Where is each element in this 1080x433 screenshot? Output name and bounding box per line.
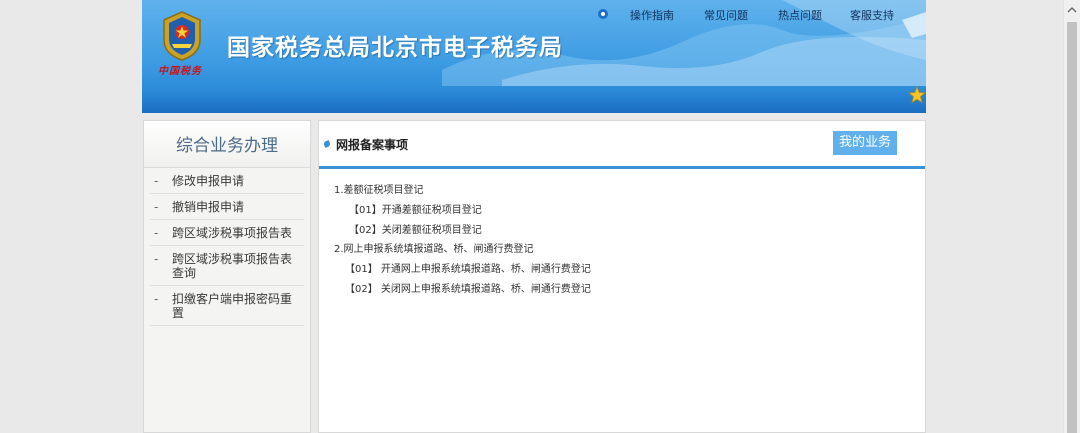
nav-guide-link[interactable]: 操作指南 — [630, 7, 674, 23]
sidebar-item-modify-declaration[interactable]: - 修改申报申请 — [150, 168, 304, 194]
dash-marker: - — [154, 200, 159, 214]
nav-faq-link[interactable]: 常见问题 — [704, 7, 748, 23]
sidebar-item-label: 撤销申报申请 — [172, 200, 245, 214]
close-toll-fee-link[interactable]: 【02】 关闭网上申报系统填报道路、桥、闸通行费登记 — [345, 280, 591, 295]
page-title: 网报备案事项 — [336, 138, 409, 152]
page: 中国税务 国家税务总局北京市电子税务局 操作指南 常见问题 热点问题 客服支持 … — [142, 0, 926, 433]
scrollbar-thumb[interactable] — [1067, 22, 1077, 433]
main-panel: 网报备案事项 我的业务 1.差额征税项目登记 【01】开通差额征税项目登记 【0… — [318, 120, 926, 433]
sidebar-item-label: 跨区域涉税事项报告表查询 — [172, 252, 293, 280]
sidebar-item-password-reset[interactable]: - 扣缴客户端申报密码重置 — [150, 286, 304, 326]
sidebar-item-cancel-declaration[interactable]: - 撤销申报申请 — [150, 194, 304, 220]
site-title: 国家税务总局北京市电子税务局 — [227, 35, 563, 61]
brand-script-logo: 中国税务 — [158, 66, 202, 77]
bullet-icon — [323, 140, 331, 148]
sidebar-title: 综合业务办理 — [144, 121, 310, 168]
header-strip — [142, 86, 926, 113]
sidebar-item-cross-region-query[interactable]: - 跨区域涉税事项报告表查询 — [150, 246, 304, 286]
sidebar-item-label: 扣缴客户端申报密码重置 — [172, 292, 293, 320]
section-heading: 1.差额征税项目登记 — [334, 185, 424, 196]
open-differential-tax-link[interactable]: 【01】开通差额征税项目登记 — [349, 201, 482, 216]
open-toll-fee-link[interactable]: 【01】 开通网上申报系统填报道路、桥、闸通行费登记 — [345, 260, 591, 275]
vertical-scrollbar[interactable] — [1063, 0, 1080, 433]
favorite-star-icon[interactable] — [908, 86, 926, 104]
nav-hot-topics-link[interactable]: 热点问题 — [778, 7, 822, 23]
dash-marker: - — [154, 252, 159, 266]
my-business-button[interactable]: 我的业务 — [833, 131, 897, 155]
sidebar-item-label: 修改申报申请 — [172, 174, 245, 188]
close-differential-tax-link[interactable]: 【02】关闭差额征税项目登记 — [349, 221, 482, 236]
site-header: 中国税务 国家税务总局北京市电子税务局 操作指南 常见问题 热点问题 客服支持 — [142, 0, 926, 113]
scroll-up-arrow-icon[interactable] — [1067, 6, 1077, 14]
main-header: 网报备案事项 我的业务 — [319, 121, 925, 169]
sidebar-menu: - 修改申报申请 - 撤销申报申请 - 跨区域涉税事项报告表 - 跨区域涉税事项… — [144, 168, 310, 326]
emblem-icon — [163, 11, 201, 61]
dash-marker: - — [154, 174, 159, 188]
section-heading: 2.网上申报系统填报道路、桥、闸通行费登记 — [334, 244, 534, 255]
sidebar-item-label: 跨区域涉税事项报告表 — [172, 226, 293, 240]
dash-marker: - — [154, 226, 159, 240]
sidebar: 综合业务办理 - 修改申报申请 - 撤销申报申请 - 跨区域涉税事项报告表 - … — [143, 120, 311, 433]
dash-marker: - — [154, 292, 159, 306]
nav-support-link[interactable]: 客服支持 — [850, 7, 894, 23]
sidebar-item-cross-region-report[interactable]: - 跨区域涉税事项报告表 — [150, 220, 304, 246]
nav-dot-icon — [598, 9, 608, 19]
